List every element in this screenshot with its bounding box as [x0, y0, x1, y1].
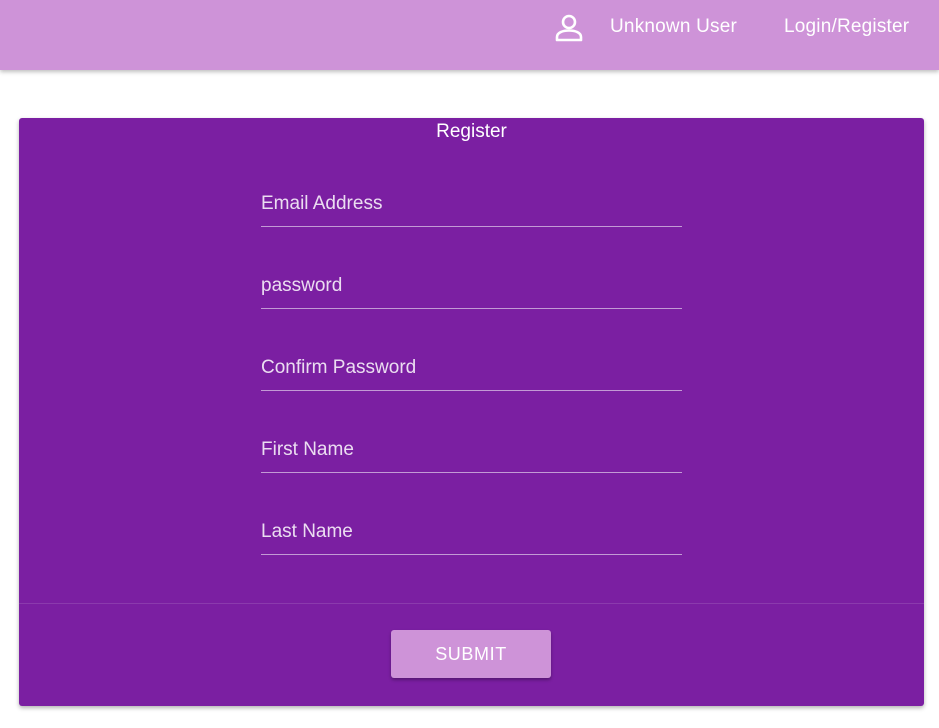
register-card: Register SUBMIT [19, 118, 924, 706]
first-name-field [261, 427, 682, 473]
register-title: Register [436, 121, 507, 142]
last-name-field [261, 509, 682, 555]
password-input[interactable] [261, 263, 682, 308]
top-app-bar: Unknown User Login/Register [0, 0, 939, 70]
card-divider [19, 603, 924, 604]
confirm-password-input[interactable] [261, 345, 682, 390]
last-name-input[interactable] [261, 509, 682, 554]
password-field [261, 263, 682, 309]
confirm-password-field [261, 345, 682, 391]
email-input[interactable] [261, 181, 682, 226]
submit-button[interactable]: SUBMIT [391, 630, 551, 678]
first-name-input[interactable] [261, 427, 682, 472]
current-user-name: Unknown User [610, 16, 738, 37]
person-icon [553, 13, 585, 45]
login-register-link[interactable]: Login/Register [784, 16, 909, 38]
email-field [261, 181, 682, 227]
